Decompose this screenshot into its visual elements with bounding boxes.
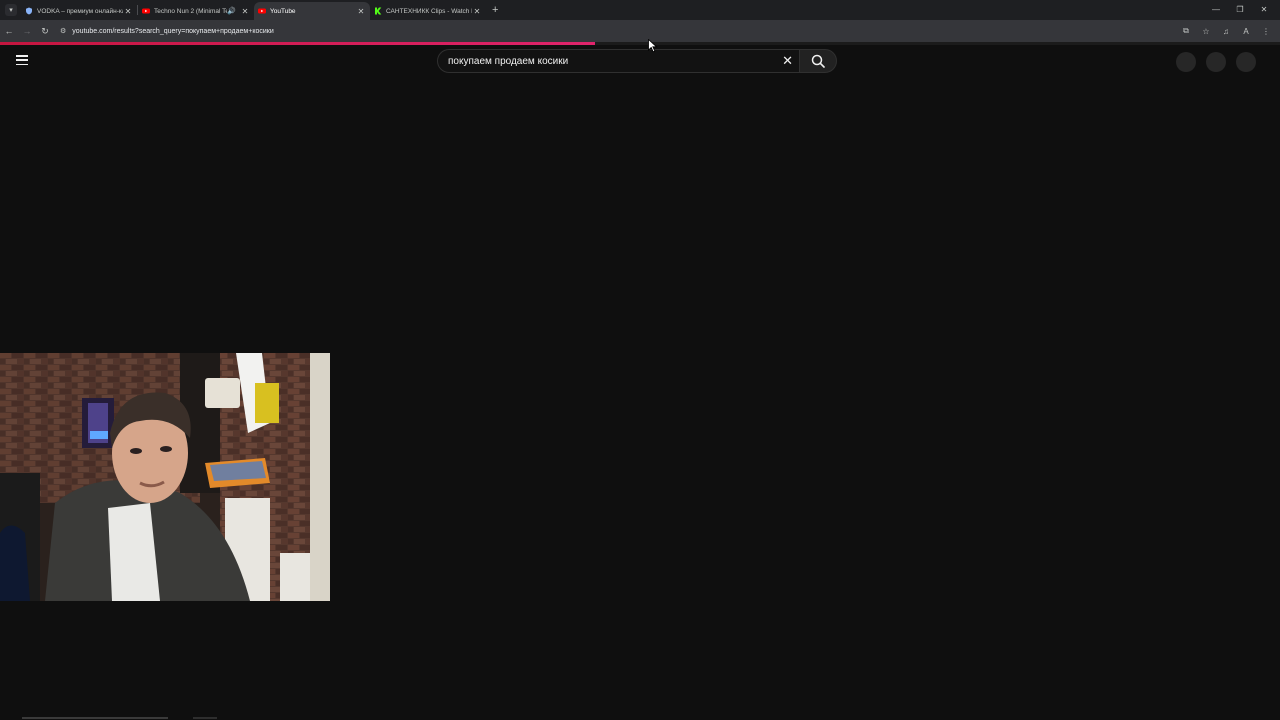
webcam-image: [0, 353, 330, 601]
clear-search-icon[interactable]: ✕: [782, 53, 793, 69]
search-icon: [811, 54, 825, 68]
tab-kick[interactable]: САНТЕХНИКК Clips - Watch Li ✕: [370, 2, 486, 20]
speaker-icon[interactable]: 🔊: [227, 7, 236, 15]
youtube-icon: [258, 7, 266, 15]
profile-icon[interactable]: A: [1238, 27, 1254, 36]
horizontal-scrollbar[interactable]: [22, 717, 168, 719]
media-controls-icon[interactable]: ♫: [1218, 27, 1234, 36]
search-input[interactable]: [438, 54, 770, 68]
address-bar-url[interactable]: youtube.com/results?search_query=покупае…: [72, 28, 273, 35]
browser-toolbar: ← → ↻ ⚙ youtube.com/results?search_query…: [0, 20, 1280, 42]
minimize-icon[interactable]: —: [1204, 0, 1228, 20]
account-avatar[interactable]: [1236, 52, 1256, 72]
tab-close-icon[interactable]: ✕: [356, 7, 366, 16]
mouse-cursor-icon: [648, 39, 658, 53]
kick-icon: [374, 7, 382, 15]
open-in-app-icon[interactable]: ⧉: [1178, 26, 1194, 36]
webcam-overlay: [0, 353, 330, 601]
close-window-icon[interactable]: ✕: [1252, 0, 1276, 20]
window-controls: — ❐ ✕: [1204, 0, 1276, 20]
notifications-button[interactable]: [1206, 52, 1226, 72]
tab-vodka[interactable]: VODKA – премиум онлайн-ка ✕: [21, 2, 137, 20]
youtube-icon: [142, 7, 150, 15]
tab-title: VODKA – премиум онлайн-ка: [37, 7, 123, 15]
address-bar[interactable]: ⚙ youtube.com/results?search_query=покуп…: [60, 23, 274, 39]
new-tab-button[interactable]: +: [492, 4, 498, 16]
browser-tabstrip: ▾ VODKA – премиум онлайн-ка ✕ Techno Nun…: [0, 0, 1280, 20]
forward-arrow-icon[interactable]: →: [18, 26, 36, 36]
tab-search-button[interactable]: ▾: [5, 4, 17, 16]
menu-kebab-icon[interactable]: ⋮: [1258, 27, 1274, 36]
bookmark-star-icon[interactable]: ☆: [1198, 27, 1214, 36]
tab-close-icon[interactable]: ✕: [472, 7, 482, 16]
scrollbar-segment: [193, 717, 217, 719]
create-button[interactable]: [1176, 52, 1196, 72]
back-arrow-icon[interactable]: ←: [0, 26, 18, 36]
toolbar-actions: ⧉ ☆ ♫ A ⋮: [1174, 20, 1274, 42]
tab-title: Techno Nun 2 (Minimal Tec: [154, 7, 228, 15]
tab-title: САНТЕХНИКК Clips - Watch Li: [386, 7, 472, 15]
site-info-icon[interactable]: ⚙: [60, 27, 66, 35]
shield-icon: [25, 7, 33, 15]
search-button[interactable]: [799, 49, 837, 73]
youtube-header: ✕: [0, 45, 1280, 77]
search-box: ✕: [437, 49, 799, 73]
reload-icon[interactable]: ↻: [36, 26, 54, 37]
tab-close-icon[interactable]: ✕: [240, 7, 250, 16]
tab-close-icon[interactable]: ✕: [123, 7, 133, 16]
restore-icon[interactable]: ❐: [1228, 0, 1252, 20]
hamburger-menu-icon[interactable]: [16, 55, 28, 66]
tab-title: YouTube: [270, 7, 296, 15]
tab-youtube[interactable]: YouTube ✕: [254, 2, 370, 20]
tab-techno-nun[interactable]: Techno Nun 2 (Minimal Tec 🔊 ✕: [138, 2, 254, 20]
